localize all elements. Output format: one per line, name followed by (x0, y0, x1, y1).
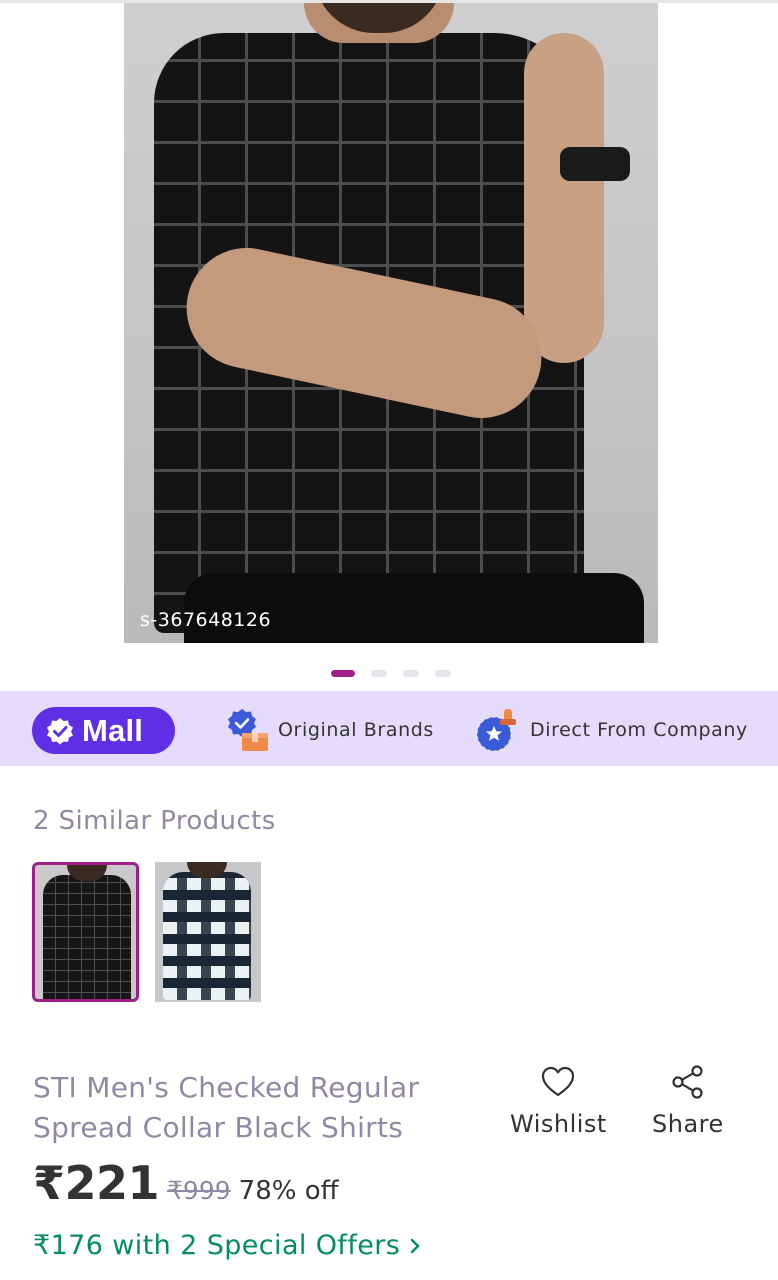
feature-label: Direct From Company (530, 719, 748, 741)
sku-label: s-367648126 (140, 609, 272, 631)
mall-banner: Mall Original Brands Direct From Company (0, 691, 778, 766)
chevron-right-icon (411, 1238, 420, 1253)
carousel-dot-2[interactable] (371, 670, 387, 677)
discount-label: 78% off (238, 1176, 339, 1206)
mall-badge: Mall (32, 707, 175, 754)
original-price: ₹999 (167, 1176, 231, 1205)
price-row: ₹221 ₹999 78% off (33, 1156, 339, 1210)
mall-verified-icon (47, 717, 73, 744)
feature-direct-from-company: Direct From Company (474, 707, 748, 753)
share-icon (672, 1065, 703, 1099)
carousel-dots[interactable] (331, 670, 451, 677)
wristwatch (560, 147, 630, 181)
company-stamp-icon (476, 709, 516, 752)
feature-original-brands: Original Brands (222, 707, 434, 753)
sale-price: ₹221 (33, 1156, 160, 1210)
share-label: Share (652, 1110, 724, 1138)
feature-label: Original Brands (278, 719, 434, 741)
special-offers-text: ₹176 with 2 Special Offers (33, 1230, 401, 1261)
mall-label: Mall (82, 712, 144, 748)
similar-products-title: 2 Similar Products (33, 806, 276, 836)
carousel-dot-1[interactable] (331, 670, 355, 677)
carousel-dot-4[interactable] (435, 670, 451, 677)
wishlist-button[interactable]: Wishlist (510, 1064, 607, 1138)
carousel-dot-3[interactable] (403, 670, 419, 677)
wishlist-label: Wishlist (510, 1110, 607, 1138)
share-button[interactable]: Share (652, 1064, 724, 1138)
heart-icon (542, 1066, 575, 1097)
similar-product-thumb-2[interactable] (155, 862, 261, 1002)
similar-product-thumb-1[interactable] (32, 862, 139, 1002)
product-title: STI Men's Checked Regular Spread Collar … (33, 1071, 420, 1144)
product-image[interactable]: s-367648126 (124, 3, 658, 643)
verified-box-icon (228, 709, 268, 751)
special-offers-link[interactable]: ₹176 with 2 Special Offers (33, 1230, 424, 1261)
